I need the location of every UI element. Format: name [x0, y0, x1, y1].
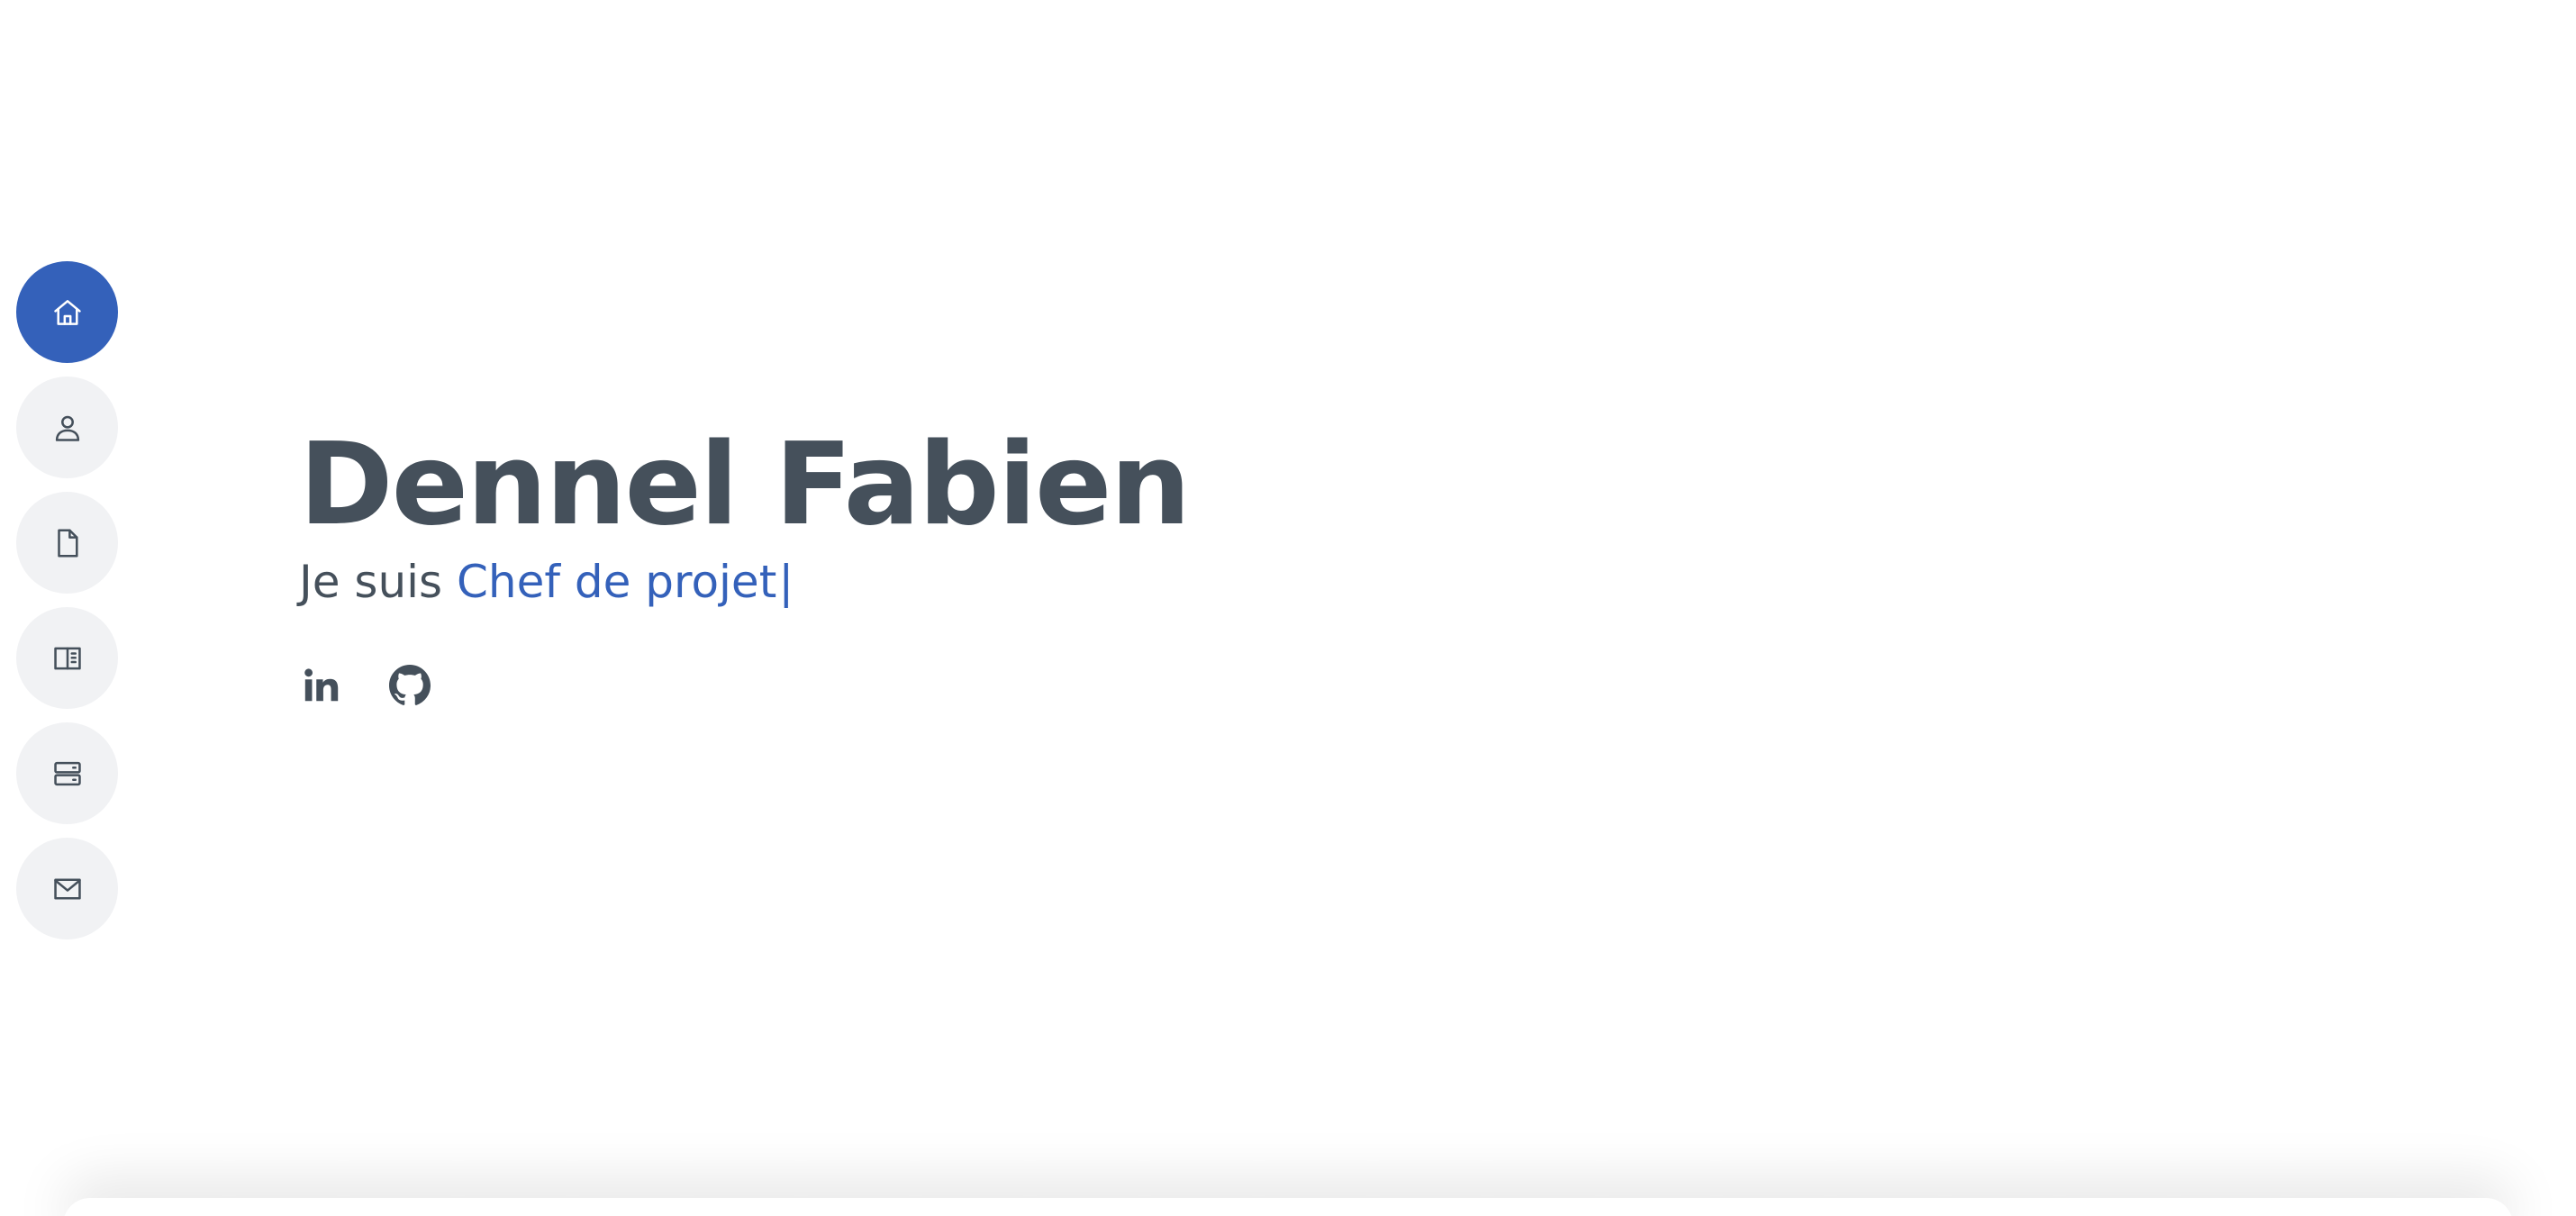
nav-portfolio-button[interactable] — [16, 607, 118, 709]
envelope-icon — [53, 877, 81, 900]
hero-role: Chef de projet — [457, 556, 777, 609]
typing-cursor: | — [778, 556, 794, 609]
person-icon — [55, 415, 79, 441]
linkedin-icon — [304, 668, 339, 702]
book-half-icon — [53, 647, 81, 669]
side-navigation — [16, 261, 119, 939]
home-icon — [53, 299, 81, 325]
hero-subtitle: Je suis Chef de projet| — [299, 555, 1189, 609]
hero-name: Dennel Fabien — [299, 418, 1191, 550]
page: Dennel Fabien Je suis Chef de projet| — [0, 0, 2576, 1216]
nav-services-button[interactable] — [16, 722, 118, 824]
hero-intro: Je suis — [299, 556, 443, 609]
hero-section: Dennel Fabien Je suis Chef de projet| — [299, 418, 1191, 708]
bottom-section-edge — [63, 1198, 2513, 1216]
nav-resume-button[interactable] — [16, 492, 118, 594]
github-link[interactable] — [387, 663, 432, 708]
nav-about-button[interactable] — [16, 377, 118, 478]
nav-contact-button[interactable] — [16, 838, 118, 939]
file-icon — [57, 528, 78, 558]
github-icon — [389, 665, 431, 705]
social-links — [299, 663, 1189, 708]
linkedin-link[interactable] — [299, 663, 344, 708]
nav-home-button[interactable] — [16, 261, 118, 363]
server-icon — [53, 761, 81, 785]
